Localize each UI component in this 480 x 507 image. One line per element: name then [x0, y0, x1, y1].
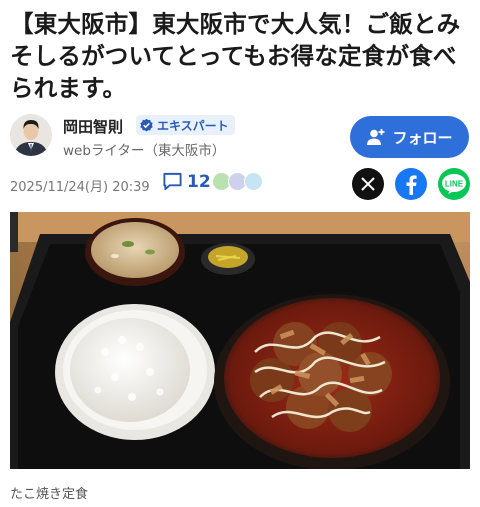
facebook-icon — [406, 175, 417, 195]
line-icon-label: LINE — [445, 180, 464, 189]
follow-button-label: フォロー — [392, 128, 453, 147]
share-x-button[interactable] — [352, 168, 384, 200]
expert-badge-label: エキスパート — [157, 118, 229, 133]
author-avatar[interactable] — [10, 114, 52, 156]
reaction-icons[interactable] — [212, 172, 263, 191]
share-facebook-button[interactable] — [395, 168, 427, 200]
author-name[interactable]: 岡田智則 — [63, 116, 123, 137]
person-plus-icon — [367, 129, 385, 145]
reaction-wow-icon — [244, 172, 263, 191]
expert-badge: エキスパート — [136, 115, 235, 135]
x-icon — [361, 177, 375, 191]
publish-date: 2025/11/24(月) 20:39 — [10, 180, 150, 195]
share-line-button[interactable]: LINE — [438, 168, 470, 200]
comment-link[interactable]: 12 — [162, 171, 211, 192]
comment-count: 12 — [187, 171, 211, 192]
takoyaki-set-meal-image — [10, 212, 470, 469]
line-icon: LINE — [442, 174, 466, 194]
author-role: webライター（東大阪市） — [63, 143, 226, 159]
verified-check-icon — [140, 118, 153, 131]
follow-button[interactable]: フォロー — [350, 116, 469, 158]
photo-caption: たこ焼き定食 — [10, 487, 89, 502]
comment-icon — [163, 172, 182, 191]
article-photo[interactable] — [10, 212, 470, 469]
article-headline: 【東大阪市】東大阪市で大人気！ご飯とみそしるがついてとってもお得な定食が食べられ… — [10, 10, 461, 102]
